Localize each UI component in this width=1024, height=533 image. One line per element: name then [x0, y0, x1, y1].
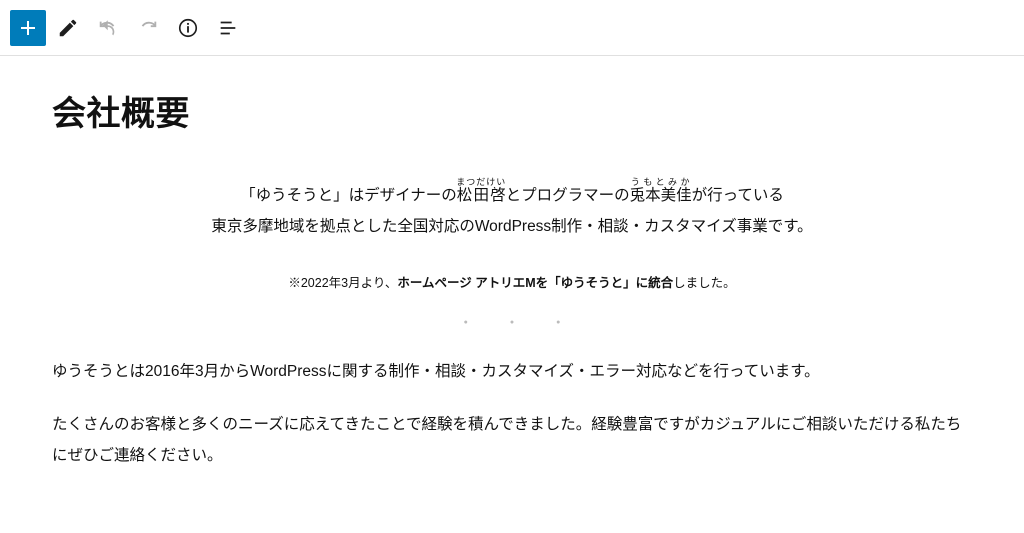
- info-button[interactable]: [170, 10, 206, 46]
- intro-text: 「ゆうそうと」はデザイナーの: [240, 187, 457, 204]
- list-outline-icon: [217, 17, 239, 39]
- intro-line2: 東京多摩地域を拠点とした全国対応のWordPress制作・相談・カスタマイズ事業…: [211, 218, 812, 235]
- body-paragraph-2[interactable]: たくさんのお客様と多くのニーズに応えてきたことで経験を積んできました。経験豊富で…: [52, 409, 972, 471]
- merger-note[interactable]: ※2022年3月より、ホームページ アトリエMを「ゆうそうと」に統合しました。: [52, 272, 972, 291]
- body-paragraph-1[interactable]: ゆうそうとは2016年3月からWordPressに関する制作・相談・カスタマイズ…: [52, 356, 972, 387]
- page-title[interactable]: 会社概要: [52, 86, 972, 135]
- name-umoto: 兎本美佳うもとみか: [630, 187, 692, 204]
- undo-icon: [97, 17, 119, 39]
- intro-text: とプログラマーの: [506, 187, 630, 204]
- edit-mode-button[interactable]: [50, 10, 86, 46]
- plus-icon: [16, 16, 40, 40]
- editor-toolbar: [0, 0, 1024, 56]
- add-block-button[interactable]: [10, 10, 46, 46]
- info-icon: [177, 17, 199, 39]
- name-matsuda: 松田啓まつだけい: [457, 187, 506, 204]
- intro-text: が行っている: [692, 187, 784, 204]
- outline-button[interactable]: [210, 10, 246, 46]
- pencil-icon: [57, 17, 79, 39]
- note-pre: ※2022年3月より、: [288, 276, 397, 290]
- separator-dots: ●●●: [52, 319, 972, 326]
- note-bold: ホームページ アトリエMを「ゆうそうと」に統合: [397, 276, 673, 290]
- redo-icon: [137, 17, 159, 39]
- redo-button[interactable]: [130, 10, 166, 46]
- undo-button[interactable]: [90, 10, 126, 46]
- editor-content[interactable]: 会社概要 「ゆうそうと」はデザイナーの松田啓まつだけいとプログラマーの兎本美佳う…: [0, 56, 1024, 471]
- intro-block[interactable]: 「ゆうそうと」はデザイナーの松田啓まつだけいとプログラマーの兎本美佳うもとみかが…: [52, 177, 972, 242]
- note-post: しました。: [673, 276, 736, 290]
